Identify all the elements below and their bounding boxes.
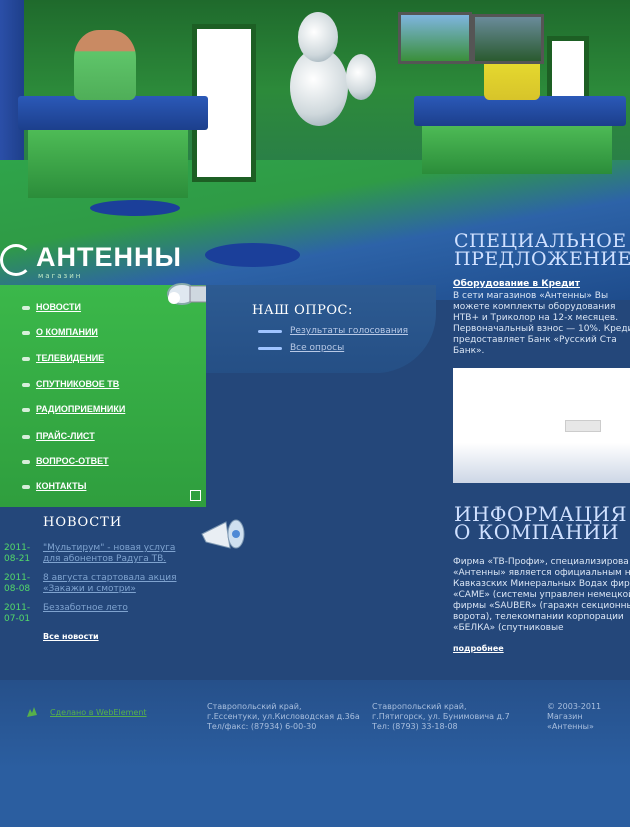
about-text: Фирма «ТВ-Профи», специализирова «Антенн… [453, 557, 630, 633]
news-item-link[interactable]: Беззаботное лето [43, 603, 193, 614]
menu-item-satellite-tv[interactable]: СПУТНИКОВОЕ ТВ [0, 377, 206, 397]
bullet-icon [22, 306, 30, 310]
bullet-icon [22, 357, 30, 361]
webelement-icon [27, 707, 37, 717]
floor-spot [90, 200, 180, 216]
logo-icon [0, 244, 32, 276]
floor-spot [205, 243, 300, 267]
left-counter-base [28, 120, 188, 198]
satellite-dish [298, 12, 338, 62]
menu-link[interactable]: ТЕЛЕВИДЕНИЕ [36, 353, 104, 363]
menu-item-faq[interactable]: ВОПРОС-ОТВЕТ [0, 454, 206, 474]
all-news-link[interactable]: Все новости [43, 632, 99, 641]
menu-link[interactable]: КОНТАКТЫ [36, 481, 86, 491]
menu-item-contacts[interactable]: КОНТАКТЫ [0, 479, 206, 499]
saleswoman [74, 30, 136, 100]
special-text: В сети магазинов «Антенны» Вы можете ком… [453, 291, 630, 356]
news-section: НОВОСТИ 2011- 08-21 "Мультирум" - новая у… [0, 507, 206, 677]
address-essentuki: Ставропольский край, г.Ессентуки, ул.Кисл… [207, 702, 360, 731]
right-column: СПЕЦИАЛЬНОЕ ПРЕДЛОЖЕНИЕ Оборудование в К… [436, 220, 630, 680]
special-title-line2: ПРЕДЛОЖЕНИЕ [454, 248, 630, 270]
news-date: 2011- 07-01 [4, 603, 31, 624]
poll-all-link[interactable]: Все опросы [290, 343, 344, 353]
poll-panel: НАШ ОПРОС: Результаты голосования Все оп… [206, 285, 436, 373]
bullet-icon [22, 485, 30, 489]
banner-button[interactable] [565, 420, 601, 432]
logo-title: АНТЕННЫ [36, 242, 182, 272]
copyright: © 2003-2011 Магазин «Антенны» [547, 702, 602, 731]
logo-subtitle: магазин [38, 272, 83, 280]
dash-icon [258, 330, 282, 333]
bullet-icon [22, 331, 30, 335]
satellite-dish [346, 54, 376, 100]
credit-offer-link[interactable]: Оборудование в Кредит [453, 279, 580, 289]
right-counter-top [414, 96, 626, 126]
menu-item-radio[interactable]: РАДИОПРИЕМНИКИ [0, 402, 206, 422]
dash-icon [258, 347, 282, 350]
bullet-icon [22, 460, 30, 464]
poll-title: НАШ ОПРОС: [252, 303, 353, 318]
menu-link[interactable]: НОВОСТИ [36, 302, 81, 312]
about-title-line2: О КОМПАНИИ [454, 520, 620, 544]
right-counter-base [422, 118, 612, 174]
menu-item-about[interactable]: О КОМПАНИИ [0, 325, 206, 345]
menu-link[interactable]: СПУТНИКОВОЕ ТВ [36, 379, 119, 389]
menu-item-tv[interactable]: ТЕЛЕВИДЕНИЕ [0, 351, 206, 371]
menu-link[interactable]: ВОПРОС-ОТВЕТ [36, 456, 109, 466]
corner-icon [190, 490, 201, 501]
menu-item-price-list[interactable]: ПРАЙС-ЛИСТ [0, 429, 206, 449]
footer: Сделано в WebElement Ставропольский край… [0, 680, 630, 827]
menu-link[interactable]: ПРАЙС-ЛИСТ [36, 431, 95, 441]
menu-link[interactable]: О КОМПАНИИ [36, 327, 98, 337]
news-title: НОВОСТИ [43, 515, 123, 530]
tv-screen [472, 14, 544, 64]
tv-screen [398, 12, 472, 64]
news-item-link[interactable]: "Мультирум" - новая услуга для абонентов… [43, 543, 193, 565]
bullet-icon [22, 383, 30, 387]
poll-results-link[interactable]: Результаты голосования [290, 326, 408, 336]
address-pyatigorsk: Ставропольский край, г.Пятигорск, ул. Бун… [372, 702, 510, 731]
offer-banner[interactable] [453, 368, 630, 483]
menu-link[interactable]: РАДИОПРИЕМНИКИ [36, 404, 125, 414]
bullet-icon [22, 408, 30, 412]
news-date: 2011- 08-08 [4, 573, 31, 594]
news-item-link[interactable]: 8 августа стартовала акция «Закажи и смо… [43, 573, 193, 595]
left-counter-top [18, 96, 208, 130]
developer-link[interactable]: Сделано в WebElement [50, 708, 147, 717]
bullet-icon [22, 435, 30, 439]
megaphone-icon [201, 519, 245, 549]
more-link[interactable]: подробнее [453, 644, 504, 653]
news-date: 2011- 08-21 [4, 543, 31, 564]
